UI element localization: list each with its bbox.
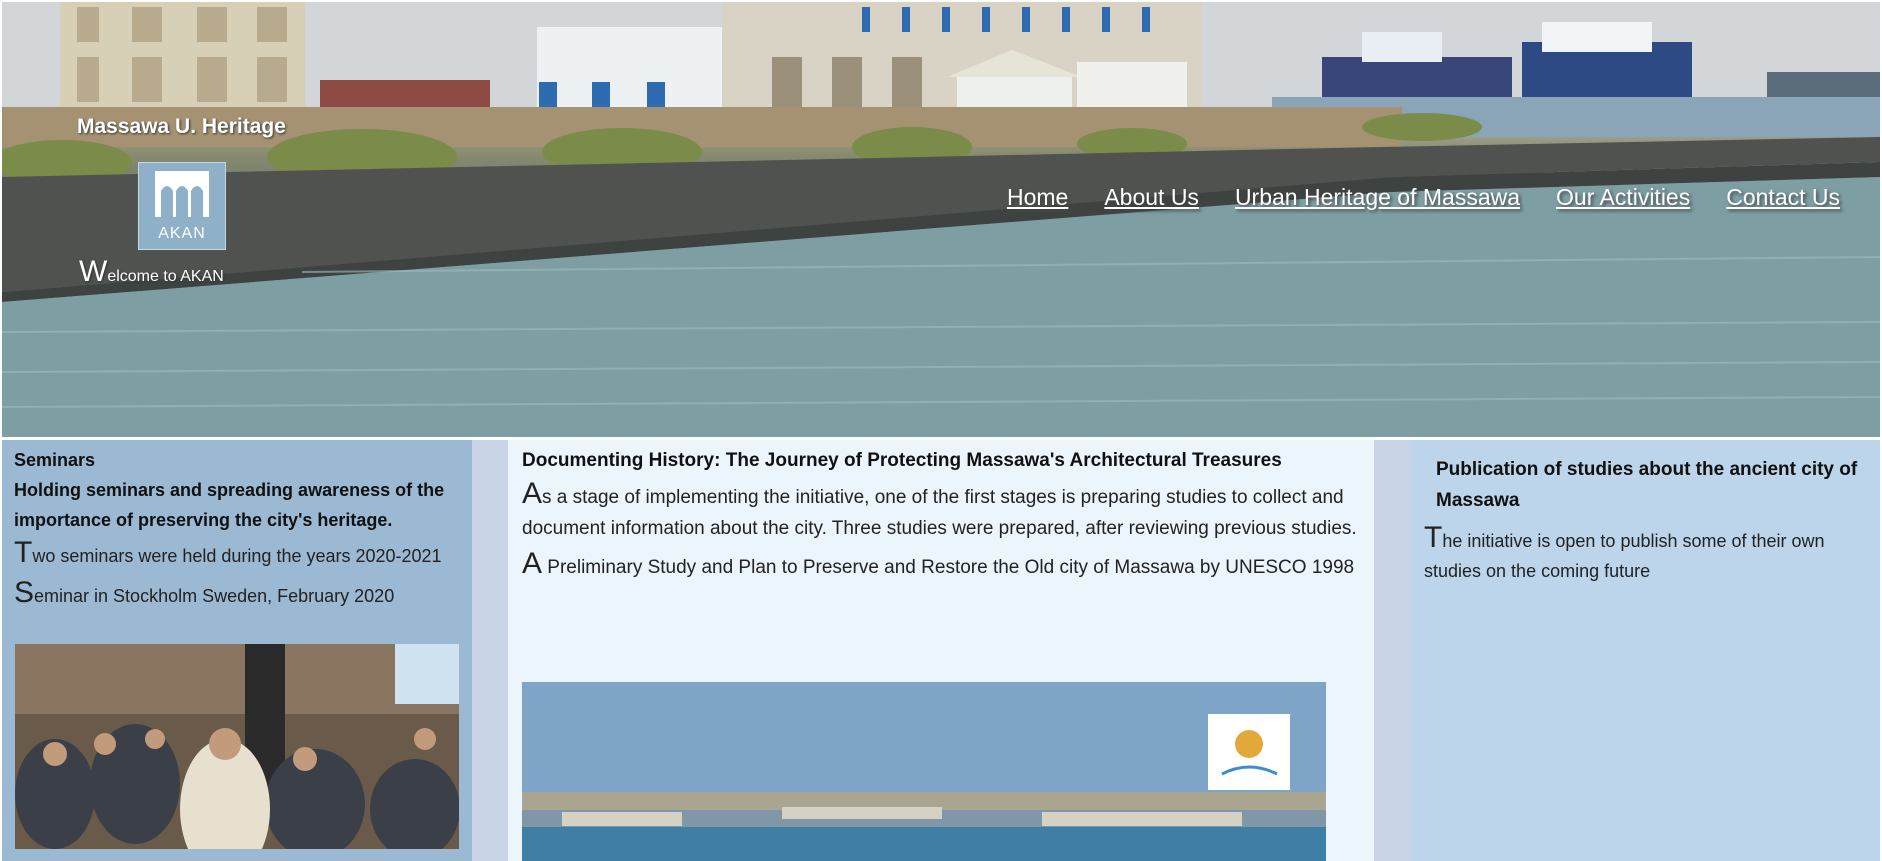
logo-text: AKAN <box>158 225 206 242</box>
page: Massawa U. Heritage AKAN Welcome to AKAN… <box>0 0 1882 861</box>
column-gutter <box>1374 440 1410 861</box>
paragraph-text: he initiative is open to publish some of… <box>1424 531 1825 581</box>
hero-banner: Massawa U. Heritage AKAN Welcome to AKAN… <box>2 2 1880 437</box>
dropcap: T <box>14 536 33 569</box>
dropcap: S <box>14 576 35 609</box>
seminars-paragraph-2: Seminar in Stockholm Sweden, February 20… <box>14 578 460 611</box>
paragraph-text: eminar in Stockholm Sweden, February 202… <box>34 586 395 606</box>
seminars-title: Seminars <box>14 450 96 470</box>
nav-home[interactable]: Home <box>1007 184 1068 211</box>
nav-about-us[interactable]: About Us <box>1104 184 1199 211</box>
paragraph-text: Preliminary Study and Plan to Preserve a… <box>542 557 1355 578</box>
dropcap: T <box>1424 521 1443 554</box>
documenting-history-panel: Documenting History: The Journey of Prot… <box>508 440 1374 861</box>
nav-urban-heritage[interactable]: Urban Heritage of Massawa <box>1235 184 1520 211</box>
paragraph-text: wo seminars were held during the years 2… <box>32 546 442 566</box>
hero-background-photo <box>2 2 1880 437</box>
paragraph-text: s a stage of implementing the initiative… <box>522 487 1357 539</box>
main-nav: Home About Us Urban Heritage of Massawa … <box>1007 184 1840 211</box>
nav-our-activities[interactable]: Our Activities <box>1556 184 1690 211</box>
dropcap: A <box>522 547 543 580</box>
seminar-photo <box>15 644 459 849</box>
arches-icon <box>155 171 209 217</box>
publication-paragraph: The initiative is open to publish some o… <box>1424 523 1866 586</box>
welcome-text: Welcome to AKAN <box>79 255 224 289</box>
documenting-paragraph-1: As a stage of implementing the initiativ… <box>522 479 1360 544</box>
seminars-subtitle: Holding seminars and spreading awareness… <box>14 480 445 530</box>
publication-title: Publication of studies about the ancient… <box>1436 459 1858 511</box>
dropcap: A <box>522 477 543 510</box>
nav-contact-us[interactable]: Contact Us <box>1726 184 1840 211</box>
akan-logo[interactable]: AKAN <box>138 162 226 250</box>
column-gutter <box>472 440 508 861</box>
welcome-initial: W <box>79 255 108 288</box>
documenting-paragraph-2: A Preliminary Study and Plan to Preserve… <box>522 549 1360 583</box>
massawa-aerial-photo <box>522 682 1326 861</box>
seminars-panel: Seminars Holding seminars and spreading … <box>2 440 472 861</box>
documenting-title: Documenting History: The Journey of Prot… <box>522 450 1282 471</box>
publication-panel: Publication of studies about the ancient… <box>1410 440 1880 861</box>
site-name: Massawa U. Heritage <box>77 115 286 138</box>
seminars-paragraph-1: Two seminars were held during the years … <box>14 538 460 571</box>
welcome-rest: elcome to AKAN <box>107 268 224 285</box>
